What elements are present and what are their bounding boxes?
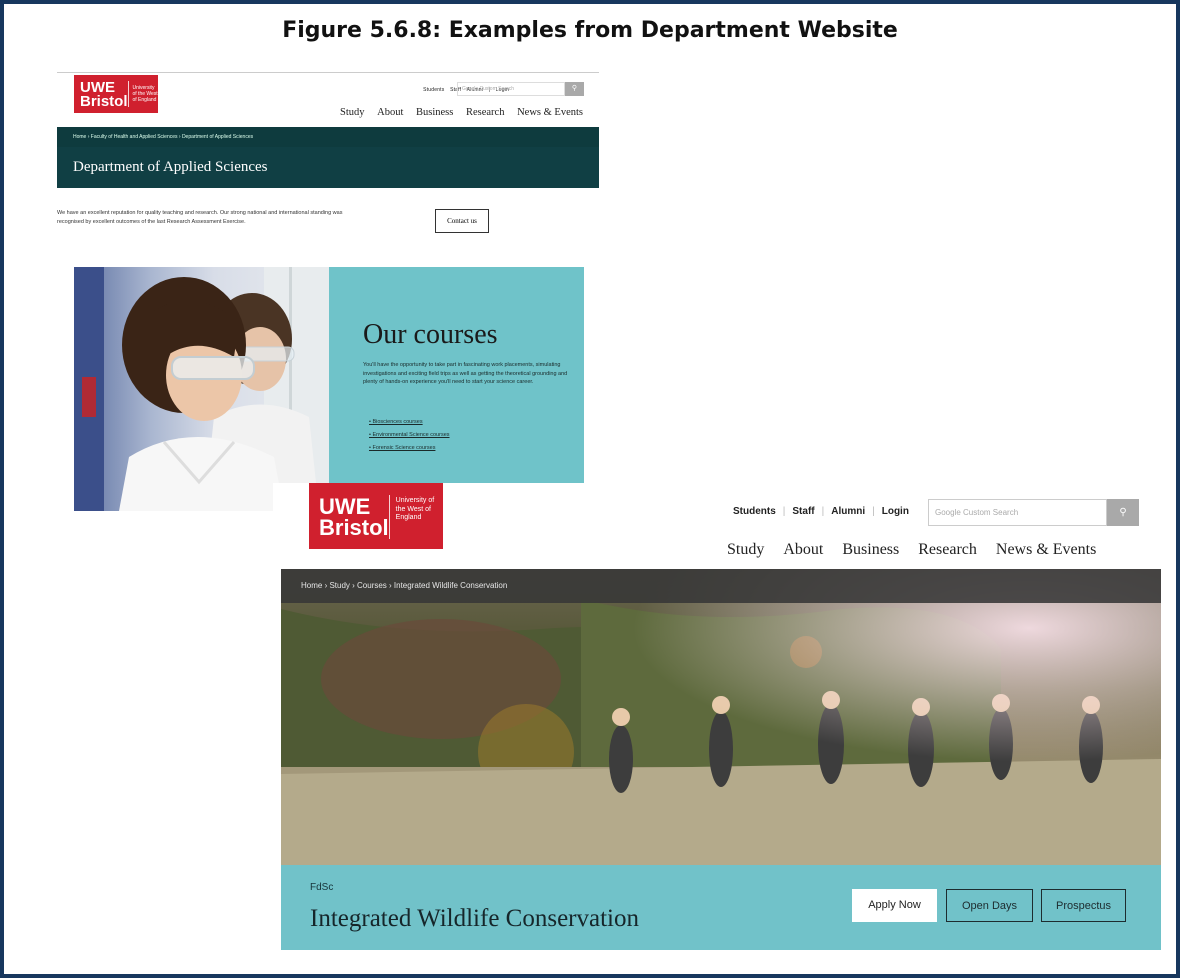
uwe-logo[interactable]: UWE Bristol University of the West of En… [309,483,443,549]
main-nav: Study About Business Research News & Events [727,541,1115,559]
uwe-logo[interactable]: UWE Bristol University of the West of En… [74,75,158,113]
search-button[interactable]: ⚲ [565,82,584,96]
logo-main-text: UWE Bristol [80,79,128,111]
nav-study[interactable]: Study [340,107,365,118]
intro-text: We have an excellent reputation for qual… [57,210,343,225]
logo-sub-text: University of the West of England [388,495,443,539]
search-input[interactable]: Google Custom Search [457,82,565,96]
nav-business[interactable]: Business [842,541,899,558]
nav-about[interactable]: About [377,107,403,118]
figure-title: Figure 5.6.8: Examples from Department W… [282,18,898,43]
hero-image: Home › Study › Courses › Integrated Wild… [281,569,1161,865]
link-login[interactable]: Login [882,506,909,517]
nav-about[interactable]: About [783,541,823,558]
course-header: FdSc Integrated Wildlife Conservation Ap… [281,865,1161,950]
separator: | [872,506,875,517]
utility-links: Students | Staff | Alumni | Login [733,506,909,517]
courses-panel: Our courses You'll have the opportunity … [329,267,584,485]
apply-now-button[interactable]: Apply Now [852,889,937,922]
link-staff[interactable]: Staff [792,506,814,517]
lab-photo-illustration [74,267,329,511]
logo-main-text: UWE Bristol [319,494,389,540]
nav-research[interactable]: Research [918,541,977,558]
search-icon: ⚲ [1119,507,1127,518]
nav-study[interactable]: Study [727,541,764,558]
students-lab-photo [74,267,329,511]
course-page-screenshot: UWE Bristol University of the West of En… [273,483,1164,954]
contact-us-button[interactable]: Contact us [435,209,489,233]
page-title: Department of Applied Sciences [57,147,599,188]
courses-list: Biosciences courses Environmental Scienc… [369,419,450,458]
figure-frame: Figure 5.6.8: Examples from Department W… [0,0,1180,978]
logo-sub-text: University of the West of England [127,81,159,107]
search-input[interactable]: Google Custom Search [928,499,1107,526]
courses-text: You'll have the opportunity to take part… [363,362,568,385]
hikers-field-photo [281,569,1161,865]
main-nav: Study About Business Research News & Eve… [330,107,583,118]
separator: | [782,506,786,517]
link-alumni[interactable]: Alumni [831,506,865,517]
separator: | [821,506,825,517]
link-students[interactable]: Students [423,87,444,93]
link-students[interactable]: Students [733,506,776,517]
course-title: Integrated Wildlife Conservation [310,905,639,932]
course-type: FdSc [310,882,334,893]
open-days-button[interactable]: Open Days [946,889,1033,922]
search-button[interactable]: ⚲ [1107,499,1139,526]
breadcrumb[interactable]: Home › Faculty of Health and Applied Sci… [57,127,599,147]
course-link-environmental[interactable]: Environmental Science courses [369,432,449,438]
course-link-biosciences[interactable]: Biosciences courses [369,419,450,425]
search-icon: ⚲ [571,85,578,92]
department-page-screenshot: UWE Bristol University of the West of En… [57,72,599,511]
nav-research[interactable]: Research [466,107,504,118]
nav-news-events[interactable]: News & Events [996,541,1096,558]
nav-business[interactable]: Business [416,107,453,118]
prospectus-button[interactable]: Prospectus [1041,889,1126,922]
courses-heading: Our courses [363,319,498,350]
breadcrumb[interactable]: Home › Study › Courses › Integrated Wild… [281,569,1161,603]
nav-news-events[interactable]: News & Events [517,107,583,118]
course-link-forensic[interactable]: Forensic Science courses [369,445,450,451]
